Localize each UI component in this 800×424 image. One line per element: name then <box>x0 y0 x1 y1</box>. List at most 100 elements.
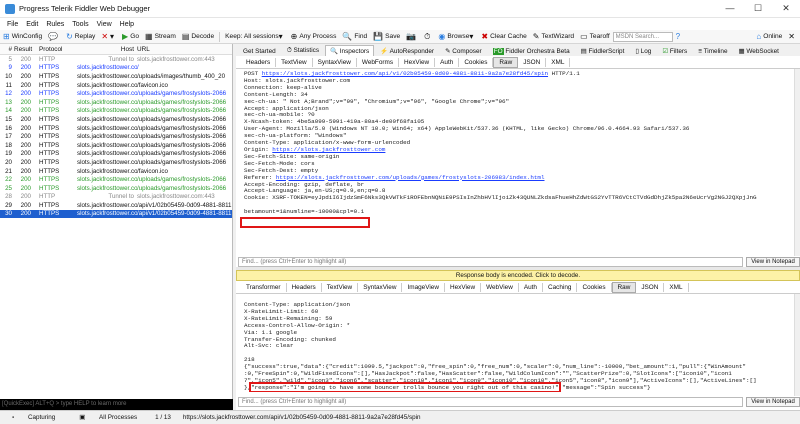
menu-rules[interactable]: Rules <box>46 21 64 28</box>
request-raw-view[interactable]: POST https://slots.jackfrosttower.com/ap… <box>236 68 800 256</box>
req-tab-syntaxview[interactable]: SyntaxView <box>313 57 357 67</box>
tab-filters[interactable]: ☑ Filters <box>657 45 692 56</box>
browse-button[interactable]: ◉ Browse ▾ <box>438 32 475 41</box>
resp-tab-webview[interactable]: WebView <box>481 282 519 292</box>
resp-tab-hexview[interactable]: HexView <box>445 282 482 292</box>
resp-tab-imageview[interactable]: ImageView <box>402 282 445 292</box>
req-tab-auth[interactable]: Auth <box>435 57 460 67</box>
decode-notice-bar[interactable]: Response body is encoded. Click to decod… <box>236 270 800 281</box>
session-row[interactable]: 25 200 HTTPS slots.jackfrosttower.com/uploa… <box>0 184 232 193</box>
req-tab-textview[interactable]: TextView <box>276 57 313 67</box>
column-number[interactable]: # <box>0 46 14 53</box>
comment-button[interactable]: 💬 <box>48 32 60 41</box>
session-row[interactable]: 10 200 HTTPS slots.jackfrosttower.com/uploa… <box>0 72 232 81</box>
timer-button[interactable]: ⏱ <box>424 32 432 42</box>
session-row[interactable]: 5 200 HTTP Tunnel to slots.jackfrosttower.co… <box>0 55 232 64</box>
request-find-input[interactable]: Find... (press Ctrl+Enter to highlight a… <box>238 256 743 267</box>
remove-button[interactable]: ✕ ▾ <box>101 32 116 41</box>
resp-tab-xml[interactable]: XML <box>664 282 689 292</box>
quickexec-input[interactable]: [QuickExec] ALT+Q > type HELP to learn m… <box>0 399 233 410</box>
tab-statistics[interactable]: ⏱ Statistics <box>282 45 324 56</box>
session-row[interactable]: 22 200 HTTPS slots.jackfrosttower.com/uploa… <box>0 175 232 184</box>
textwizard-button[interactable]: ✎ TextWizard <box>533 32 574 41</box>
response-find-input[interactable]: Find... (press Ctrl+Enter to highlight a… <box>238 396 743 407</box>
screenshot-button[interactable]: 📷 <box>406 32 418 41</box>
req-tab-xml[interactable]: XML <box>546 57 571 67</box>
session-row[interactable]: 17 200 HTTPS slots.jackfrosttower.com/uploa… <box>0 132 232 141</box>
request-view-in-notepad-button[interactable]: View in Notepad <box>746 256 800 267</box>
resp-tab-syntaxview[interactable]: SyntaxView <box>358 282 403 292</box>
minimize-button[interactable]: — <box>716 3 744 14</box>
column-result[interactable]: Result <box>14 46 32 53</box>
req-tab-hexview[interactable]: HexView <box>399 57 436 67</box>
menu-help[interactable]: Help <box>120 21 134 28</box>
session-row[interactable]: 11 200 HTTPS slots.jackfrosttower.com/favic… <box>0 81 232 90</box>
msdn-search-input[interactable]: MSDN Search... <box>612 31 673 42</box>
resp-tab-transformer[interactable]: Transformer <box>241 282 287 292</box>
tab-autoresponder[interactable]: ⚡ AutoResponder <box>375 45 439 56</box>
response-scrollbar[interactable] <box>794 294 800 396</box>
stream-button[interactable]: ▦ Stream <box>145 32 176 41</box>
tab-fiddler-orchestra[interactable]: FO Fiddler Orchestra Beta <box>488 46 575 56</box>
column-protocol[interactable]: Protocol <box>31 46 77 53</box>
session-row[interactable]: 9 200 HTTPS slots.jackfrosttower.com / <box>0 64 232 73</box>
session-row[interactable]: 18 200 HTTPS slots.jackfrosttower.com/uploa… <box>0 141 232 150</box>
session-row[interactable]: 15 200 HTTPS slots.jackfrosttower.com/uploa… <box>0 115 232 124</box>
tearoff-button[interactable]: ▭ Tearoff <box>580 32 610 41</box>
response-view-in-notepad-button[interactable]: View in Notepad <box>746 396 800 407</box>
session-row[interactable]: 13 200 HTTPS slots.jackfrosttower.com/uploa… <box>0 98 232 107</box>
session-row[interactable]: 19 200 HTTPS slots.jackfrosttower.com/uploa… <box>0 150 232 159</box>
winconfig-button[interactable]: ⊞ WinConfig <box>3 32 42 41</box>
help-button[interactable]: ? <box>676 32 682 41</box>
keep-sessions-dropdown[interactable]: Keep: All sessions ▾ <box>225 32 285 41</box>
tab-get-started[interactable]: Get Started <box>238 46 281 56</box>
request-scrollbar[interactable] <box>794 69 800 256</box>
tab-log[interactable]: ▯ Log <box>630 45 656 56</box>
req-tab-raw[interactable]: Raw <box>493 56 519 68</box>
tab-composer[interactable]: ✎ Composer <box>440 45 487 56</box>
resp-tab-json[interactable]: JSON <box>636 282 665 292</box>
online-indicator[interactable]: ⌂ Online <box>756 32 782 41</box>
session-row[interactable]: 30 200 HTTPS slots.jackfrosttower.com/api/v… <box>0 209 232 219</box>
session-row[interactable]: 16 200 HTTPS slots.jackfrosttower.com/uploa… <box>0 124 232 133</box>
req-tab-headers[interactable]: Headers <box>241 57 277 67</box>
menu-view[interactable]: View <box>97 21 112 28</box>
req-tab-json[interactable]: JSON <box>518 57 547 67</box>
clear-cache-button[interactable]: ✖ Clear Cache <box>481 32 526 41</box>
capturing-indicator[interactable]: ▪ Capturing <box>6 414 61 421</box>
menu-edit[interactable]: Edit <box>26 21 38 28</box>
session-row[interactable]: 20 200 HTTPS slots.jackfrosttower.com/uploa… <box>0 158 232 167</box>
resp-tab-cookies[interactable]: Cookies <box>577 282 612 292</box>
session-row[interactable]: 12 200 HTTPS slots.jackfrosttower.com/uploa… <box>0 89 232 98</box>
close-button[interactable]: ✕ <box>772 3 800 14</box>
response-raw-view[interactable]: Content-Type: application/json X-RateLim… <box>236 293 800 396</box>
menu-tools[interactable]: Tools <box>72 21 88 28</box>
session-row[interactable]: 28 200 HTTP Tunnel to slots.jackfrosttower.c… <box>0 193 232 202</box>
resp-tab-caching[interactable]: Caching <box>543 282 578 292</box>
resp-tab-raw[interactable]: Raw <box>611 281 637 293</box>
session-row[interactable]: 29 200 HTTPS slots.jackfrosttower.com/api/v… <box>0 201 232 210</box>
save-button[interactable]: 💾 Save <box>373 32 400 41</box>
process-filter[interactable]: ▣ All Processes <box>73 414 143 421</box>
tab-fiddlerscript[interactable]: ▤ FiddlerScript <box>576 45 630 56</box>
resp-tab-auth[interactable]: Auth <box>519 282 543 292</box>
column-url[interactable]: URL <box>137 46 232 53</box>
tab-timeline[interactable]: ≡ Timeline <box>693 46 732 56</box>
resp-tab-headers[interactable]: Headers <box>287 282 322 292</box>
session-row[interactable]: 14 200 HTTPS slots.jackfrosttower.com/uploa… <box>0 107 232 116</box>
tab-websocket[interactable]: ▦ WebSocket <box>734 45 784 56</box>
replay-button[interactable]: ↻ Replay <box>66 32 95 41</box>
maximize-button[interactable]: ☐ <box>744 3 772 14</box>
menu-file[interactable]: File <box>7 21 18 28</box>
decode-button[interactable]: ▤ Decode <box>182 32 214 41</box>
resp-tab-textview[interactable]: TextView <box>322 282 359 292</box>
any-process-button[interactable]: ⊕ Any Process <box>291 32 337 41</box>
go-button[interactable]: ▶ Go <box>122 32 139 41</box>
tab-inspectors[interactable]: 🔍 Inspectors <box>325 45 375 56</box>
find-button[interactable]: 🔍 Find <box>342 32 367 41</box>
session-row[interactable]: 21 200 HTTPS slots.jackfrosttower.com/favic… <box>0 167 232 176</box>
close-toolbar-button[interactable]: ✕ <box>788 32 797 41</box>
req-tab-webforms[interactable]: WebForms <box>357 57 400 67</box>
req-tab-cookies[interactable]: Cookies <box>459 57 494 67</box>
column-host[interactable]: Host <box>77 46 137 53</box>
